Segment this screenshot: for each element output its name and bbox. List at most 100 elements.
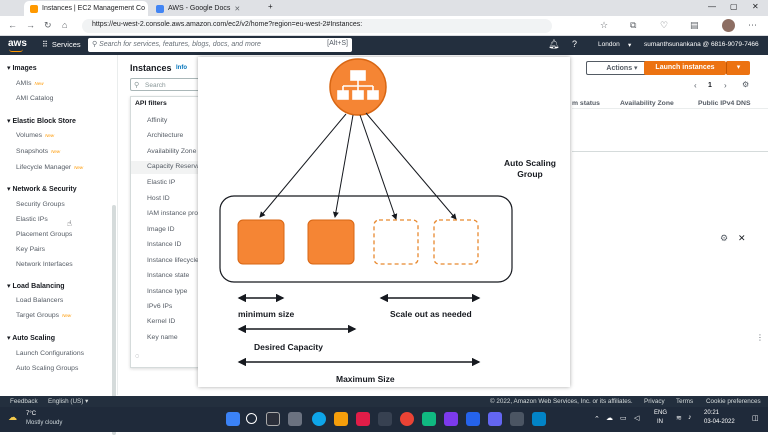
feedback-link[interactable]: Feedback	[10, 398, 38, 405]
tab-google-docs[interactable]: AWS - Google Docs ✕	[150, 1, 260, 16]
collections-icon[interactable]: ▤	[690, 20, 699, 31]
extensions-icon[interactable]: ⧉	[630, 20, 636, 31]
account-menu[interactable]: sumanthsunankana @ 6816-9079-7466	[644, 41, 759, 48]
filter-option[interactable]: IPv6 IPs	[147, 303, 201, 310]
chrome-icon[interactable]	[400, 412, 414, 426]
filter-option[interactable]: Availability Zone	[147, 148, 201, 155]
column-header-status[interactable]: m status	[572, 100, 600, 107]
sidebar-item-load-balancers[interactable]: Load Balancers	[16, 297, 63, 304]
file-explorer-icon[interactable]	[334, 412, 348, 426]
close-icon[interactable]: ✕	[234, 5, 240, 13]
store-icon[interactable]	[378, 412, 392, 426]
minimize-icon[interactable]: —	[708, 2, 716, 11]
prev-page-icon[interactable]: ‹	[694, 81, 697, 90]
tab-ec2-instances[interactable]: Instances | EC2 Management Co ✕	[24, 1, 148, 16]
teams-icon[interactable]	[444, 412, 458, 426]
edge-browser-icon[interactable]	[312, 412, 326, 426]
wifi-icon[interactable]: ≋	[676, 414, 682, 422]
filter-option[interactable]: Image ID	[147, 226, 201, 233]
aws-logo[interactable]: aws	[8, 38, 27, 49]
chevron-up-icon[interactable]: ⌃	[594, 415, 600, 423]
region-selector[interactable]: London	[598, 41, 620, 48]
filter-option-highlighted[interactable]: Capacity Reservation	[131, 161, 201, 174]
sidebar-section-auto-scaling[interactable]: ▾ Auto Scaling	[7, 334, 55, 342]
launch-instances-button[interactable]: Launch instances	[644, 61, 726, 75]
column-header-public-dns[interactable]: Public IPv4 DNS	[698, 100, 751, 107]
language-indicator[interactable]: ENG	[654, 410, 667, 416]
volume-icon[interactable]: ◁	[634, 414, 639, 422]
outlook-icon[interactable]	[532, 412, 546, 426]
windows-start-icon[interactable]	[226, 412, 240, 426]
info-link[interactable]: Info	[176, 65, 187, 71]
cookie-preferences-link[interactable]: Cookie preferences	[706, 398, 761, 405]
favorites-icon[interactable]: ♡	[660, 20, 668, 31]
sidebar-section-ebs[interactable]: ▾ Elastic Block Store	[7, 117, 76, 125]
url-field[interactable]: https://eu-west-2.console.aws.amazon.com…	[82, 19, 552, 33]
sidebar-item-elastic-ips[interactable]: Elastic IPs	[16, 216, 48, 223]
app-icon[interactable]	[422, 412, 436, 426]
language-selector[interactable]: English (US) ▾	[48, 398, 88, 405]
new-tab-icon[interactable]: +	[268, 2, 273, 11]
star-icon[interactable]: ☆	[600, 20, 608, 31]
back-icon[interactable]: ←	[8, 20, 17, 30]
details-gear-icon[interactable]: ⚙	[720, 233, 728, 244]
close-window-icon[interactable]: ✕	[752, 2, 759, 11]
filter-option[interactable]: Affinity	[147, 117, 201, 124]
filter-option[interactable]: Kernel ID	[147, 318, 201, 325]
app-icon[interactable]	[488, 412, 502, 426]
next-page-icon[interactable]: ›	[724, 81, 727, 90]
instance-search-input[interactable]: ⚲ Search	[130, 78, 200, 91]
help-icon[interactable]: ?	[572, 39, 577, 49]
filter-option[interactable]: IAM instance profile	[147, 210, 201, 217]
office-icon[interactable]	[356, 412, 370, 426]
sidebar-item-volumes[interactable]: Volumes New	[16, 132, 54, 139]
sidebar-item-auto-scaling-groups[interactable]: Auto Scaling Groups	[16, 365, 78, 372]
services-button[interactable]: ⠿ Services	[42, 40, 81, 49]
more-menu-icon[interactable]: ⋯	[748, 20, 757, 31]
filter-option[interactable]: Host ID	[147, 195, 201, 202]
terms-link[interactable]: Terms	[676, 398, 693, 405]
clock-time[interactable]: 20:21	[704, 410, 719, 416]
vscode-icon[interactable]	[466, 412, 480, 426]
maximize-icon[interactable]: ▢	[730, 2, 738, 11]
home-icon[interactable]: ⌂	[62, 20, 67, 30]
sidebar-item-amis[interactable]: AMIs New	[16, 80, 44, 87]
column-header-az[interactable]: Availability Zone	[620, 100, 674, 107]
sidebar-item-snapshots[interactable]: Snapshots New	[16, 148, 60, 155]
sidebar-item-network-interfaces[interactable]: Network Interfaces	[16, 261, 73, 268]
sidebar-item-lifecycle-manager[interactable]: Lifecycle Manager New	[16, 164, 83, 171]
sidebar-section-images[interactable]: ▾ Images	[7, 64, 37, 72]
filter-option[interactable]: Instance ID	[147, 241, 201, 248]
filter-option[interactable]: Architecture	[147, 132, 201, 139]
sidebar-section-network-security[interactable]: ▾ Network & Security	[7, 185, 77, 193]
close-icon[interactable]: ✕	[738, 233, 746, 244]
sidebar-section-load-balancing[interactable]: ▾ Load Balancing	[7, 282, 65, 290]
filter-option[interactable]: Key name	[147, 334, 201, 341]
cloudshell-bell-icon[interactable]: 🔔︎	[548, 39, 559, 50]
speaker-icon[interactable]: ♪	[688, 414, 692, 421]
sidebar-item-security-groups[interactable]: Security Groups	[16, 201, 65, 208]
forward-icon[interactable]: →	[26, 20, 35, 30]
launch-dropdown-button[interactable]: ▾	[726, 61, 750, 75]
aws-search-input[interactable]: ⚲ Search for services, features, blogs, …	[88, 38, 352, 52]
sidebar-item-key-pairs[interactable]: Key Pairs	[16, 246, 45, 253]
privacy-link[interactable]: Privacy	[644, 398, 665, 405]
filter-option[interactable]: Instance state	[147, 272, 201, 279]
profile-avatar[interactable]	[722, 19, 735, 32]
filter-option[interactable]: Instance type	[147, 288, 201, 295]
sidebar-item-target-groups[interactable]: Target Groups New	[16, 312, 71, 319]
page-number[interactable]: 1	[708, 82, 712, 89]
settings-gear-icon[interactable]: ⚙	[742, 80, 749, 89]
app-icon[interactable]	[510, 412, 524, 426]
sidebar-item-ami-catalog[interactable]: AMI Catalog	[16, 95, 53, 102]
sidebar-item-placement-groups[interactable]: Placement Groups	[16, 231, 72, 238]
resize-handle-icon[interactable]: ⋮	[756, 333, 764, 342]
notifications-icon[interactable]: ◫	[752, 414, 759, 422]
task-view-icon[interactable]	[266, 412, 280, 426]
sidebar-item-launch-configurations[interactable]: Launch Configurations	[16, 350, 84, 357]
filter-option[interactable]: Elastic IP	[147, 179, 201, 186]
refresh-icon[interactable]: ↻	[44, 20, 52, 31]
widgets-icon[interactable]	[288, 412, 302, 426]
filter-option[interactable]: Instance lifecycle	[147, 257, 201, 264]
search-icon[interactable]	[246, 413, 257, 424]
